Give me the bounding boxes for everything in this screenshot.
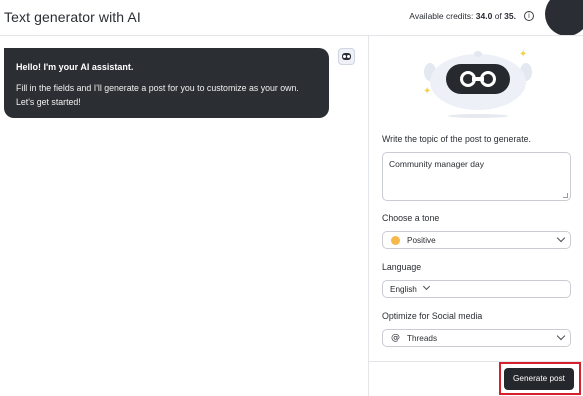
chevron-down-icon xyxy=(556,331,566,341)
avatar[interactable] xyxy=(545,0,583,36)
credits-label: Available credits: xyxy=(409,11,474,21)
page-title: Text generator with AI xyxy=(4,9,141,25)
language-label: Language xyxy=(382,262,422,272)
smiley-icon xyxy=(391,236,400,245)
header: Text generator with AI Available credits… xyxy=(0,0,583,36)
social-media-label: Optimize for Social media xyxy=(382,311,483,321)
topic-label: Write the topic of the post to generate. xyxy=(382,134,531,144)
info-icon[interactable]: i xyxy=(524,11,534,21)
generate-post-button[interactable]: Generate post xyxy=(504,368,574,390)
topic-value: Community manager day xyxy=(389,159,484,169)
language-select[interactable]: English xyxy=(382,280,571,298)
social-media-value: Threads xyxy=(407,334,438,343)
social-media-select[interactable]: @ Threads xyxy=(382,329,571,347)
robot-illustration-icon xyxy=(424,51,532,118)
assistant-message-bubble: Hello! I'm your AI assistant. Fill in th… xyxy=(4,48,329,118)
resize-handle-icon[interactable] xyxy=(563,193,568,198)
language-value: English xyxy=(390,285,417,294)
topic-textarea[interactable]: Community manager day xyxy=(382,152,571,201)
tone-select[interactable]: Positive xyxy=(382,231,571,249)
credits-display: Available credits: 34.0 of 35. xyxy=(409,11,516,21)
sparkle-icon: ✦ xyxy=(519,49,528,60)
chevron-down-icon xyxy=(556,233,566,243)
header-divider xyxy=(0,35,583,36)
sparkle-icon: ✦ xyxy=(423,86,432,97)
assistant-message-line2: Let's get started! xyxy=(16,96,81,107)
assistant-message-line1: Fill in the fields and I'll generate a p… xyxy=(16,83,299,93)
credits-of: of xyxy=(494,11,502,21)
chevron-down-icon xyxy=(422,282,431,291)
credits-total: 35. xyxy=(504,11,516,21)
tone-value: Positive xyxy=(407,236,436,245)
credits-used: 34.0 xyxy=(475,11,493,21)
assistant-greeting: Hello! I'm your AI assistant. xyxy=(16,62,134,72)
panel-divider xyxy=(368,36,369,396)
tone-label: Choose a tone xyxy=(382,213,440,223)
assistant-avatar-icon xyxy=(338,48,355,65)
threads-icon: @ xyxy=(391,333,400,343)
